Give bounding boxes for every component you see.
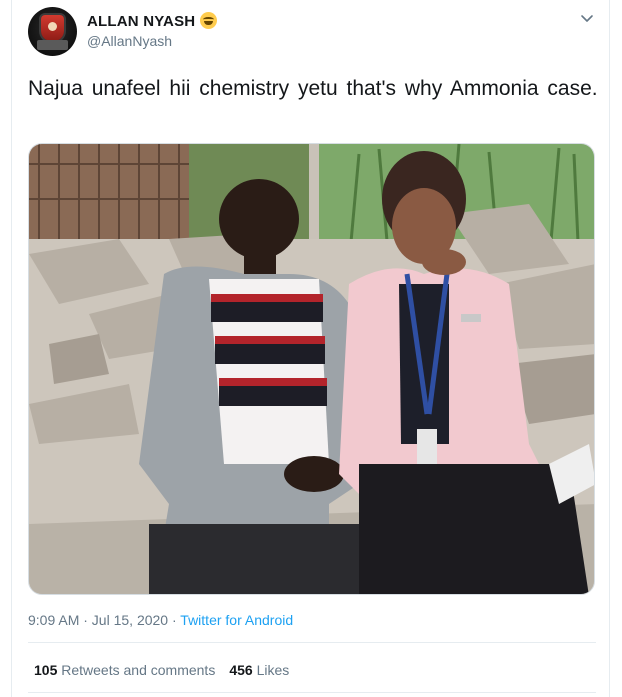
likes-stat[interactable]: 456 Likes (229, 662, 289, 678)
author-display-name[interactable]: ALLAN NYASH (87, 12, 218, 30)
tweet-metadata: 9:09 AM · Jul 15, 2020 · Twitter for And… (28, 612, 293, 628)
chevron-down-icon[interactable] (580, 12, 594, 26)
likes-count: 456 (229, 662, 253, 678)
tweet-text: Najua unafeel hii chemistry yetu that's … (28, 77, 598, 100)
meta-separator: · (168, 612, 181, 628)
tweet-photo[interactable] (28, 143, 595, 595)
retweets-count: 105 (34, 662, 58, 678)
tweet-timestamp[interactable]: 9:09 AM · Jul 15, 2020 (28, 612, 168, 628)
photo-scene (29, 144, 594, 594)
retweets-label: Retweets and comments (61, 662, 216, 678)
face-with-tears-of-joy-icon (200, 12, 218, 29)
divider-bottom (28, 692, 596, 693)
avatar-badge (41, 15, 64, 41)
author-handle[interactable]: @AllanNyash (87, 33, 172, 49)
avatar[interactable] (28, 7, 77, 56)
retweets-stat[interactable]: 105 Retweets and comments (34, 662, 215, 678)
divider (28, 642, 596, 643)
avatar-base (37, 40, 68, 50)
likes-label: Likes (256, 662, 290, 678)
tweet-stats: 105 Retweets and comments 456 Likes (34, 662, 289, 678)
author-name-text: ALLAN NYASH (87, 13, 196, 30)
tweet-source-link[interactable]: Twitter for Android (180, 612, 293, 628)
